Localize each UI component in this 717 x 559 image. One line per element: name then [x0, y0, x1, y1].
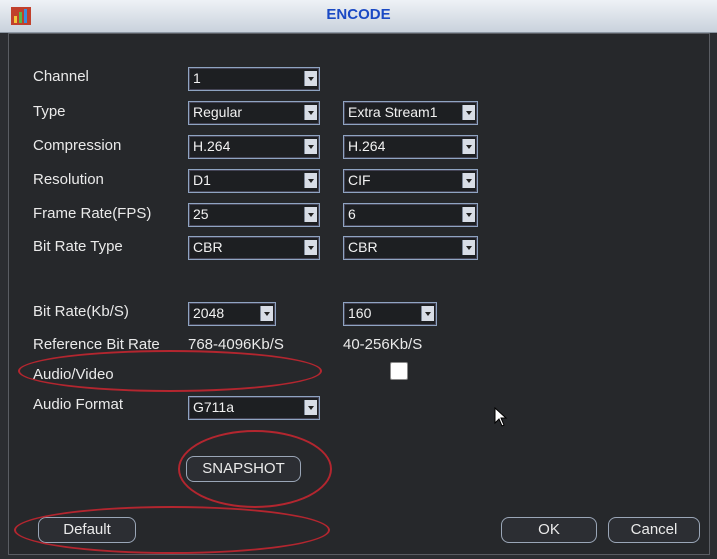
audio-format-select[interactable]: G711a	[188, 396, 320, 420]
chevron-down-icon	[462, 240, 475, 255]
title-bar: ENCODE	[0, 0, 717, 33]
chevron-down-icon	[304, 400, 317, 415]
chevron-down-icon	[304, 105, 317, 120]
chevron-down-icon	[260, 306, 273, 321]
bit-rate-type-label: Bit Rate Type	[33, 238, 123, 255]
extra-bit-rate-type-select[interactable]: CBR	[343, 236, 478, 260]
extra-stream-type-select[interactable]: Extra Stream1	[343, 101, 478, 125]
frame-rate-value: 25	[193, 206, 209, 222]
channel-label: Channel	[33, 68, 89, 85]
extra-stream-type-value: Extra Stream1	[348, 104, 438, 120]
type-value: Regular	[193, 104, 243, 120]
chevron-down-icon	[462, 105, 475, 120]
channel-value: 1	[193, 70, 201, 86]
frame-rate-label: Frame Rate(FPS)	[33, 205, 152, 222]
chevron-down-icon	[304, 139, 317, 154]
compression-label: Compression	[33, 137, 122, 154]
extra-compression-value: H.264	[348, 138, 386, 154]
type-select[interactable]: Regular	[188, 101, 320, 125]
chevron-down-icon	[304, 240, 317, 255]
bit-rate-select[interactable]: 2048	[188, 302, 276, 326]
chevron-down-icon	[421, 306, 434, 321]
compression-value: H.264	[193, 138, 231, 154]
snapshot-highlight-oval	[178, 430, 332, 508]
bit-rate-value: 2048	[193, 305, 225, 321]
extra-resolution-value: CIF	[348, 172, 371, 188]
chevron-down-icon	[462, 207, 475, 222]
audio-video-highlight-oval	[18, 350, 322, 392]
channel-select[interactable]: 1	[188, 67, 320, 91]
reference-bit-rate-extra: 40-256Kb/S	[343, 336, 423, 353]
extra-frame-rate-value: 6	[348, 206, 356, 222]
bit-rate-type-select[interactable]: CBR	[188, 236, 320, 260]
chevron-down-icon	[304, 207, 317, 222]
frame-rate-select[interactable]: 25	[188, 203, 320, 227]
bit-rate-label: Bit Rate(Kb/S)	[33, 303, 129, 320]
chevron-down-icon	[462, 139, 475, 154]
resolution-label: Resolution	[33, 171, 104, 188]
default-highlight-oval	[14, 506, 330, 554]
extra-bit-rate-type-value: CBR	[348, 239, 378, 255]
cancel-button[interactable]: Cancel	[608, 517, 700, 543]
window-title: ENCODE	[326, 6, 391, 23]
audio-video-checkbox[interactable]	[390, 362, 408, 380]
extra-bit-rate-value: 160	[348, 305, 372, 321]
mouse-cursor-icon	[494, 407, 508, 427]
type-label: Type	[33, 103, 66, 120]
chevron-down-icon	[304, 173, 317, 188]
chevron-down-icon	[462, 173, 475, 188]
extra-frame-rate-select[interactable]: 6	[343, 203, 478, 227]
chevron-down-icon	[304, 71, 317, 86]
resolution-select[interactable]: D1	[188, 169, 320, 193]
extra-bit-rate-select[interactable]: 160	[343, 302, 437, 326]
encode-window: ENCODE Channel Type Compression Resoluti…	[0, 0, 717, 559]
bit-rate-type-value: CBR	[193, 239, 223, 255]
extra-resolution-select[interactable]: CIF	[343, 169, 478, 193]
extra-compression-select[interactable]: H.264	[343, 135, 478, 159]
resolution-value: D1	[193, 172, 211, 188]
ok-button[interactable]: OK	[501, 517, 597, 543]
audio-format-label: Audio Format	[33, 396, 124, 413]
compression-select[interactable]: H.264	[188, 135, 320, 159]
audio-format-value: G711a	[193, 399, 234, 415]
